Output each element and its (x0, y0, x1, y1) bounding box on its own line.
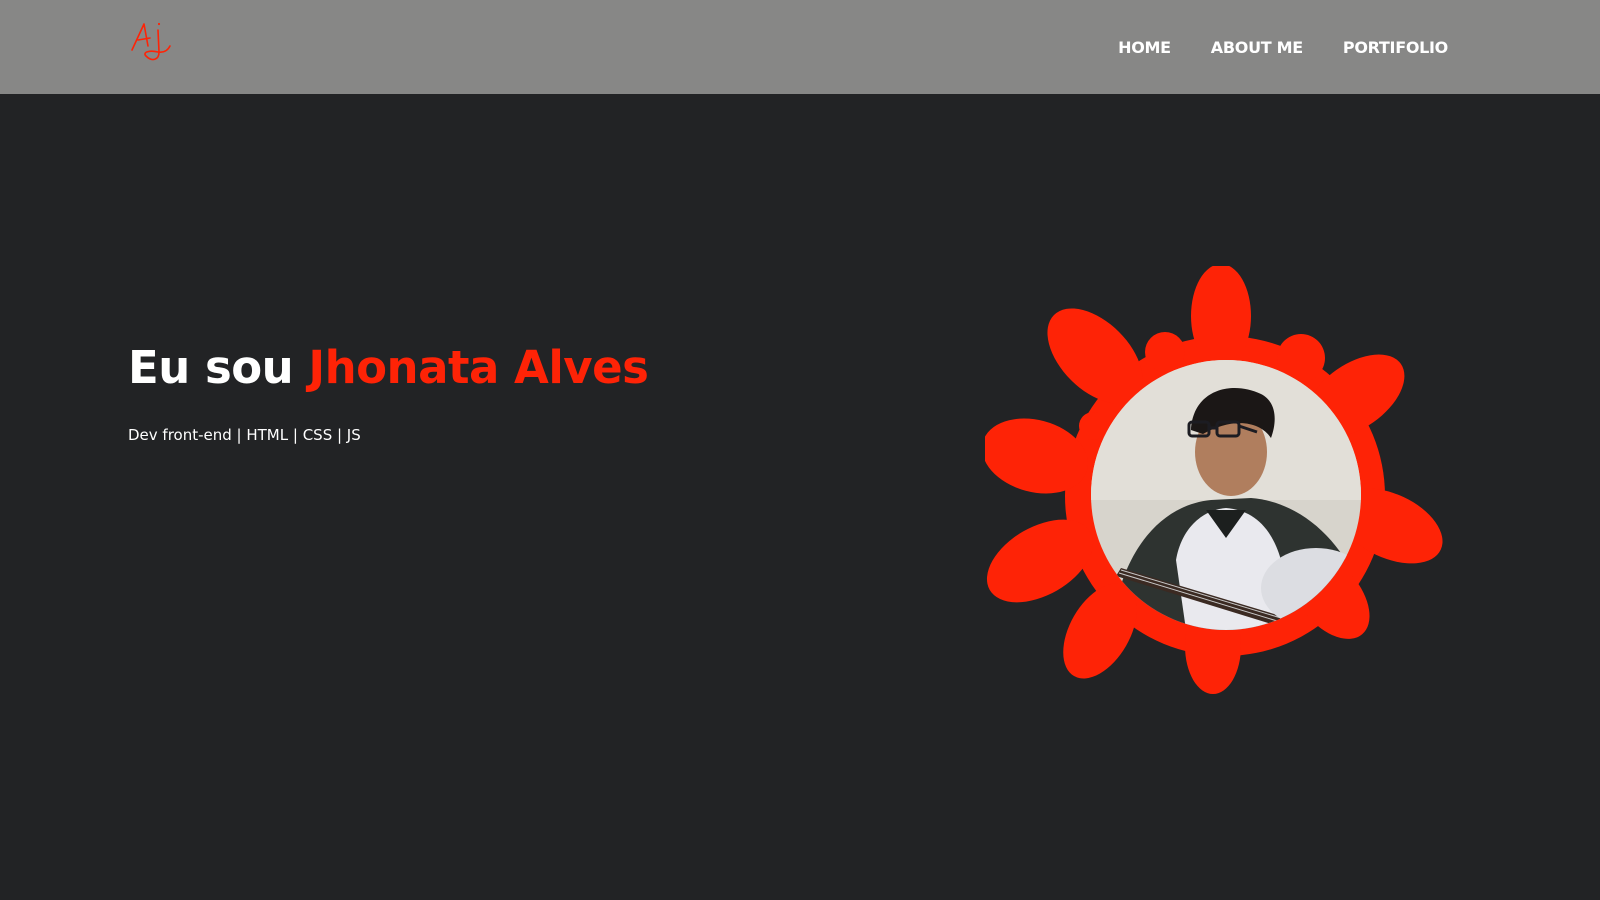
profile-photo (1091, 360, 1361, 630)
nav-about-me-link[interactable]: ABOUT ME (1211, 38, 1303, 57)
site-header: HOME ABOUT ME PORTIFOLIO (0, 0, 1600, 94)
profile-photo-illustration (1091, 360, 1361, 630)
hero-title-prefix: Eu sou (128, 341, 294, 394)
main-nav: HOME ABOUT ME PORTIFOLIO (1118, 0, 1448, 94)
nav-portifolio-link[interactable]: PORTIFOLIO (1343, 38, 1448, 57)
hero-intro: Eu sou Jhonata Alves Dev front-end | HTM… (128, 338, 649, 444)
nav-home-link[interactable]: HOME (1118, 38, 1171, 57)
hero-title: Eu sou Jhonata Alves (128, 338, 649, 398)
profile-avatar-group (985, 266, 1445, 706)
hero-subtitle: Dev front-end | HTML | CSS | JS (128, 426, 361, 444)
logo-aj-signature[interactable] (128, 16, 176, 64)
hero-title-name: Jhonata Alves (308, 341, 649, 394)
